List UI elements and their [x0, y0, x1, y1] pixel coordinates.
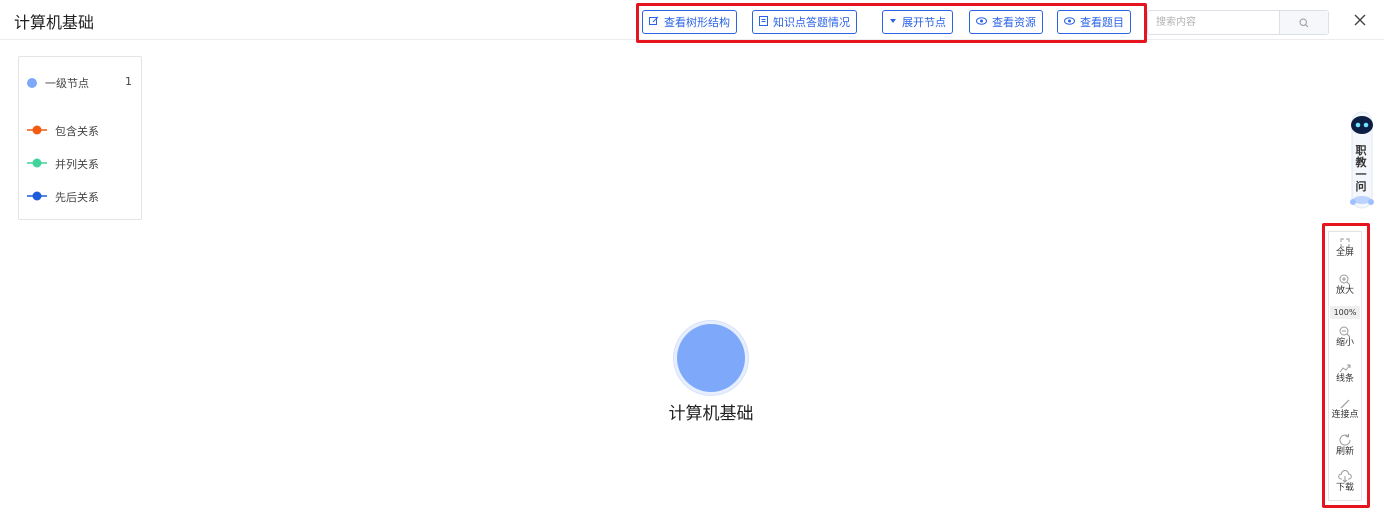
zoom-level: 100% — [1330, 306, 1360, 319]
node-dot-icon — [27, 78, 37, 88]
sequence-relation-icon — [27, 191, 47, 204]
fullscreen-label: 全屏 — [1335, 248, 1354, 258]
view-resources-button[interactable]: 查看资源 — [969, 10, 1043, 34]
view-tree-button[interactable]: 查看树形结构 — [642, 10, 737, 34]
legend-node-item: 一级节点 — [27, 75, 89, 91]
lines-button[interactable]: 线条 — [1329, 362, 1361, 385]
refresh-button[interactable]: 刷新 — [1329, 433, 1361, 458]
zoom-in-button[interactable]: 放大 — [1329, 274, 1361, 297]
refresh-label: 刷新 — [1335, 447, 1354, 457]
search-box — [1147, 10, 1329, 35]
legend-relation-label: 包含关系 — [55, 125, 99, 138]
connect-label: 连接点 — [1331, 410, 1359, 420]
edit-icon — [649, 16, 659, 29]
expand-nodes-button[interactable]: 展开节点 — [882, 10, 953, 34]
root-node[interactable] — [677, 324, 745, 392]
contains-relation-icon — [27, 125, 47, 138]
eye-icon — [976, 16, 987, 28]
legend-node-count: 1 — [125, 75, 132, 88]
close-icon[interactable] — [1352, 12, 1368, 28]
cloud-download-icon — [1338, 470, 1352, 483]
search-input[interactable] — [1148, 11, 1280, 34]
trend-line-icon — [1339, 364, 1351, 373]
zoom-out-label: 缩小 — [1335, 338, 1354, 348]
lines-label: 线条 — [1335, 374, 1354, 384]
legend-relation-label: 先后关系 — [55, 191, 99, 204]
download-label: 下载 — [1335, 483, 1354, 493]
legend-panel: 一级节点 1 包含关系 并列关系 先后关系 — [18, 56, 142, 220]
legend-node-label: 一级节点 — [45, 77, 89, 90]
view-questions-button[interactable]: 查看题目 — [1057, 10, 1131, 34]
graph-toolbar: 全屏 放大 100% 缩小 线条 连接点 刷新 下载 — [1328, 231, 1362, 501]
eye-icon — [1064, 16, 1075, 28]
connect-button[interactable]: 连接点 — [1329, 398, 1361, 421]
zoom-out-icon — [1339, 326, 1351, 338]
legend-relation-item: 先后关系 — [27, 189, 99, 205]
zoom-in-icon — [1339, 274, 1351, 286]
view-resources-label: 查看资源 — [992, 16, 1036, 29]
zoom-out-button[interactable]: 缩小 — [1329, 326, 1361, 349]
legend-relation-item: 包含关系 — [27, 123, 99, 139]
view-tree-label: 查看树形结构 — [664, 16, 730, 29]
root-node-label: 计算机基础 — [668, 404, 754, 424]
fullscreen-button[interactable]: 全屏 — [1329, 238, 1361, 259]
parallel-relation-icon — [27, 158, 47, 171]
assistant-label: 职教一问 — [1355, 144, 1367, 193]
view-questions-label: 查看题目 — [1080, 16, 1124, 29]
page-title: 计算机基础 — [14, 13, 95, 32]
answer-status-button[interactable]: 知识点答题情况 — [752, 10, 857, 34]
document-icon — [759, 15, 768, 29]
search-icon — [1299, 13, 1309, 32]
top-bar: 计算机基础 查看树形结构 知识点答题情况 展开节点 查看资源 查看题目 — [0, 0, 1384, 43]
download-button[interactable]: 下载 — [1329, 469, 1361, 494]
refresh-icon — [1339, 434, 1351, 446]
pencil-icon — [1340, 399, 1350, 409]
legend-relation-label: 并列关系 — [55, 158, 99, 171]
answer-status-label: 知识点答题情况 — [773, 16, 850, 29]
search-button[interactable] — [1279, 11, 1328, 34]
fullscreen-icon — [1340, 238, 1350, 248]
expand-nodes-label: 展开节点 — [902, 16, 946, 29]
caret-down-icon — [889, 17, 897, 28]
zoom-in-label: 放大 — [1335, 286, 1354, 296]
legend-relation-item: 并列关系 — [27, 156, 99, 172]
